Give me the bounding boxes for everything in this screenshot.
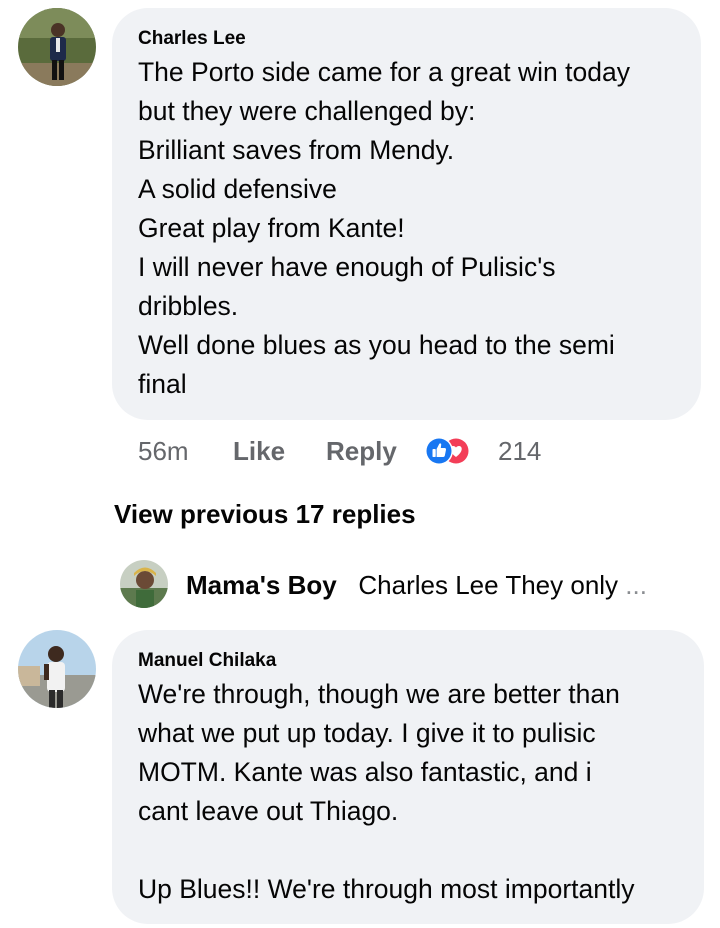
comment-timestamp[interactable]: 56m	[138, 436, 189, 467]
profile-photo-icon	[18, 630, 96, 708]
like-icon	[425, 437, 453, 465]
reply-ellipsis: ...	[625, 570, 647, 600]
like-button[interactable]: Like	[233, 436, 285, 467]
view-previous-replies-link[interactable]: View previous 17 replies	[114, 499, 416, 530]
reactions-summary[interactable]	[424, 436, 472, 466]
mamas-boy-avatar[interactable]	[120, 560, 168, 608]
comment-author[interactable]: Manuel Chilaka	[138, 650, 276, 672]
comment-text: The Porto side came for a great win toda…	[138, 57, 630, 399]
reply-button[interactable]: Reply	[326, 436, 397, 467]
reply-spacer	[344, 570, 351, 600]
profile-photo-icon	[120, 560, 168, 608]
comment-text: We're through, though we are better than…	[138, 679, 635, 904]
comment-author[interactable]: Charles Lee	[138, 28, 246, 50]
manuel-chilaka-avatar[interactable]	[18, 630, 96, 708]
reply-snippet: Charles Lee They only	[358, 570, 619, 600]
reaction-count[interactable]: 214	[498, 436, 541, 467]
charles-lee-avatar[interactable]	[18, 8, 96, 86]
profile-photo-icon	[18, 8, 96, 86]
reply-preview[interactable]: Mama's Boy Charles Lee They only ...	[186, 570, 647, 601]
reply-author[interactable]: Mama's Boy	[186, 570, 337, 600]
